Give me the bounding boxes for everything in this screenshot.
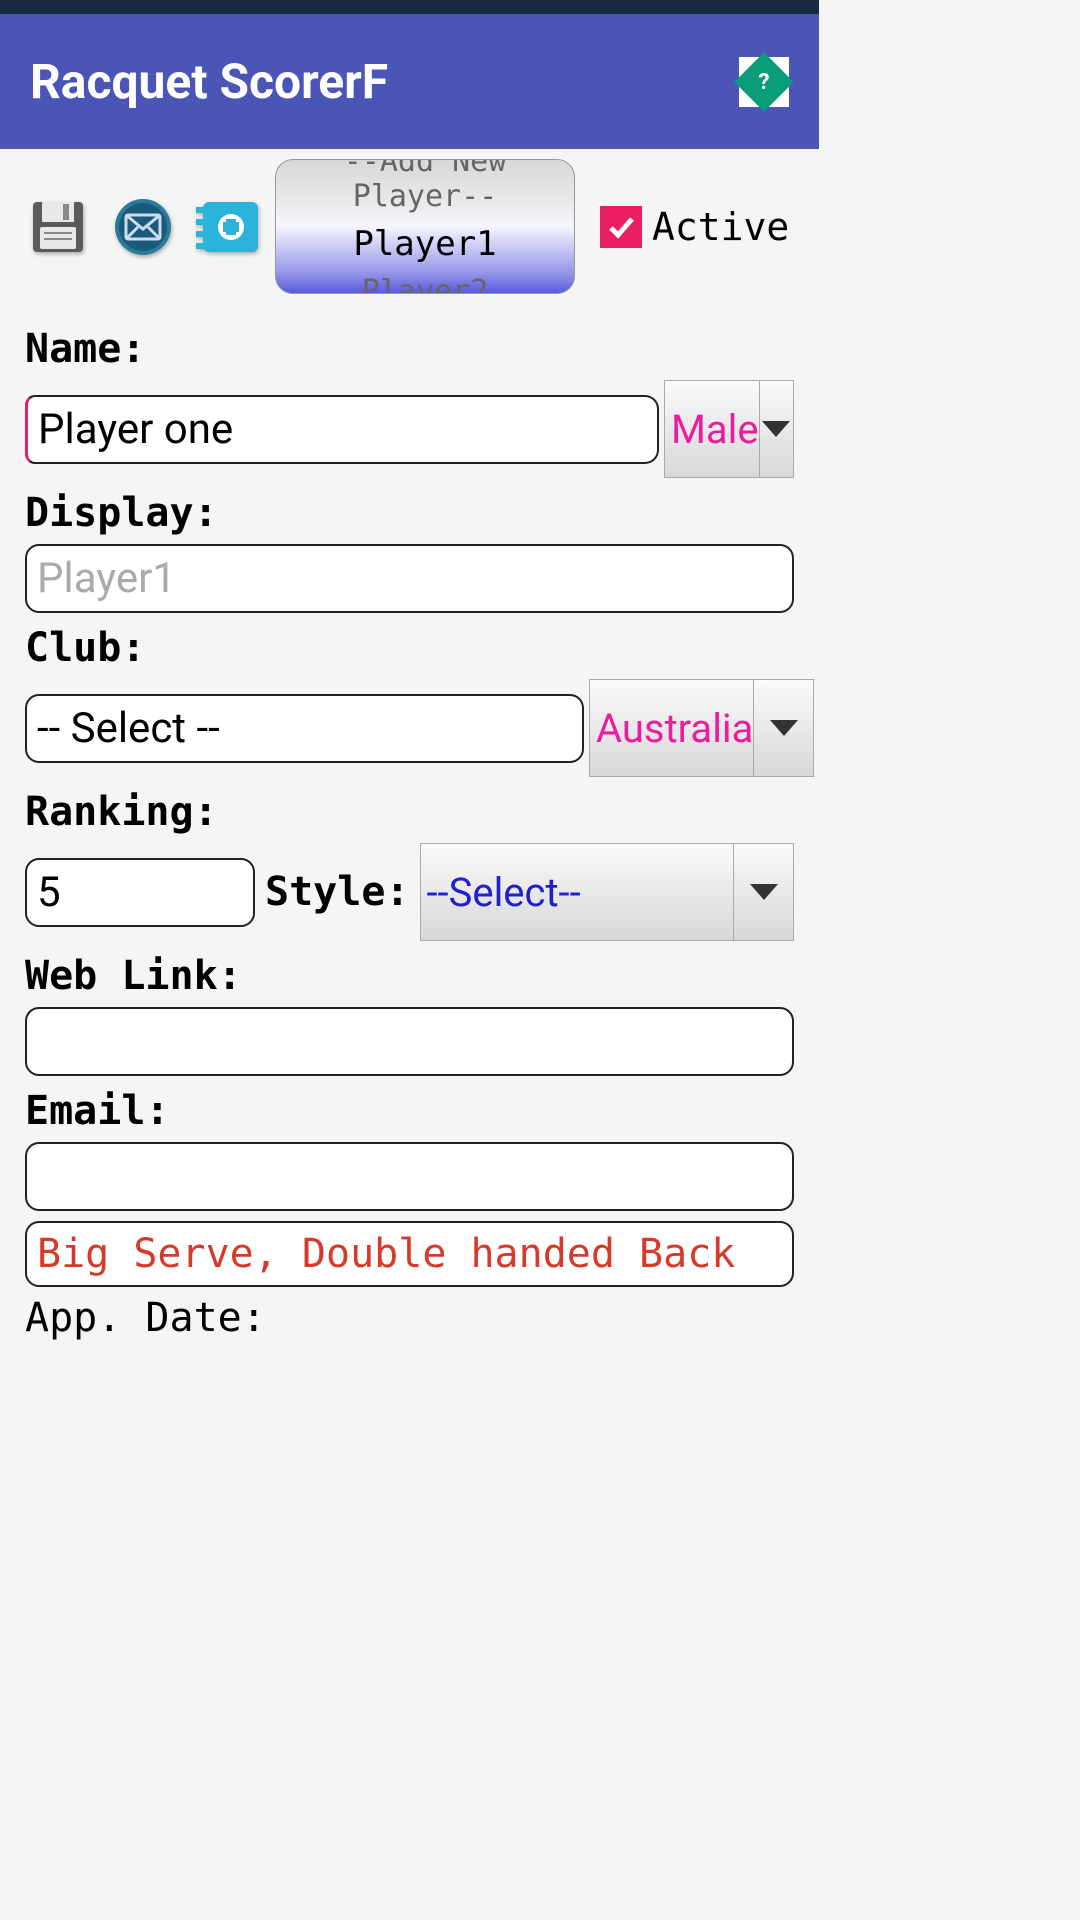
weblink-label: Web Link:: [25, 953, 794, 999]
email-input[interactable]: [25, 1142, 794, 1211]
app-header: Racquet ScorerF ?: [0, 14, 819, 149]
ranking-input[interactable]: [25, 858, 255, 927]
notes-input[interactable]: [25, 1221, 794, 1287]
display-label: Display:: [25, 490, 794, 536]
country-dropdown[interactable]: Australia: [589, 679, 814, 777]
add-contact-button[interactable]: [190, 189, 265, 264]
checkbox-icon: [600, 206, 642, 248]
ranking-label: Ranking:: [25, 789, 794, 835]
display-input[interactable]: [25, 544, 794, 613]
name-label: Name:: [25, 326, 794, 372]
name-input[interactable]: [25, 395, 659, 464]
toolbar: --Add New Player-- Player1 Player2 Activ…: [0, 149, 819, 304]
player-picker[interactable]: --Add New Player-- Player1 Player2: [275, 159, 575, 294]
style-label: Style:: [265, 869, 410, 915]
help-icon: ?: [734, 52, 793, 111]
gender-value: Male: [665, 406, 759, 453]
country-value: Australia: [590, 705, 753, 752]
club-input[interactable]: [25, 694, 584, 763]
gender-dropdown[interactable]: Male: [664, 380, 794, 478]
active-label: Active: [652, 205, 789, 249]
player-form: Name: Male Display: Club: Australia Rank…: [0, 304, 819, 1351]
email-label: Email:: [25, 1088, 794, 1134]
chevron-down-icon: [733, 844, 793, 940]
appdate-label: App. Date:: [25, 1295, 794, 1341]
player-picker-prev: --Add New Player--: [276, 159, 574, 219]
status-bar: [0, 0, 819, 14]
style-dropdown[interactable]: --Select--: [420, 843, 795, 941]
player-picker-next: Player2: [276, 269, 574, 294]
help-button[interactable]: ?: [739, 57, 789, 107]
player-picker-current: Player1: [276, 219, 574, 269]
active-checkbox[interactable]: Active: [600, 205, 789, 249]
weblink-input[interactable]: [25, 1007, 794, 1076]
app-title: Racquet ScorerF: [30, 53, 388, 110]
chevron-down-icon: [759, 381, 793, 477]
chevron-down-icon: [753, 680, 813, 776]
club-label: Club:: [25, 625, 794, 671]
style-value: --Select--: [421, 869, 734, 916]
message-button[interactable]: [105, 189, 180, 264]
save-button[interactable]: [20, 189, 95, 264]
